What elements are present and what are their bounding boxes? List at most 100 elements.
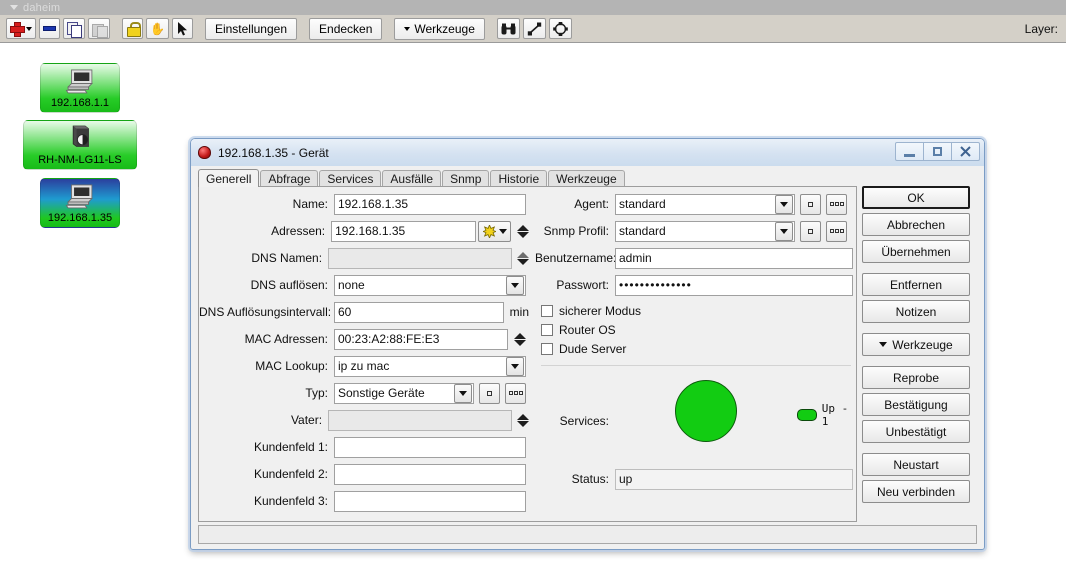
- addresses-picker-button[interactable]: [478, 221, 511, 242]
- chevron-down-icon[interactable]: [10, 5, 18, 10]
- snmp-profile-select[interactable]: standard: [615, 221, 795, 242]
- discover-button[interactable]: Endecken: [309, 18, 382, 40]
- remove-button[interactable]: [39, 18, 60, 39]
- dns-names-input[interactable]: [328, 248, 512, 269]
- server-icon: [63, 124, 97, 152]
- maximize-button[interactable]: [923, 142, 952, 161]
- dropdown-button[interactable]: [506, 357, 524, 376]
- checkbox-router-os[interactable]: Router OS: [541, 320, 857, 339]
- mac-addresses-input[interactable]: 00:23:A2:88:FE:E3: [334, 329, 508, 350]
- agent-value: standard: [619, 197, 666, 211]
- acknowledge-button[interactable]: Bestätigung: [862, 393, 970, 416]
- checkbox-secure-mode[interactable]: sicherer Modus: [541, 301, 857, 320]
- dropdown-button[interactable]: [506, 276, 524, 295]
- tools-button[interactable]: Werkzeuge: [862, 333, 970, 356]
- apply-button[interactable]: Übernehmen: [862, 240, 970, 263]
- password-input[interactable]: ••••••••••••••: [615, 275, 853, 296]
- dns-interval-value: 60: [338, 305, 351, 319]
- copy-icon: [67, 22, 81, 36]
- dropdown-button[interactable]: [775, 222, 793, 241]
- tab-abfrage[interactable]: Abfrage: [260, 170, 318, 187]
- type-select[interactable]: Sonstige Geräte: [334, 383, 474, 404]
- tab-label: Werkzeuge: [556, 172, 616, 186]
- copy-button[interactable]: [63, 18, 85, 39]
- settings-button[interactable]: Einstellungen: [205, 18, 297, 40]
- node-rh-nm-lg11-ls[interactable]: RH-NM-LG11-LS: [23, 120, 137, 170]
- tab-services[interactable]: Services: [319, 170, 381, 187]
- add-button[interactable]: [6, 18, 36, 39]
- custom3-input[interactable]: [334, 491, 526, 512]
- agent-list-button[interactable]: [826, 194, 847, 215]
- tab-label: Historie: [498, 172, 539, 186]
- dns-names-spinner[interactable]: [517, 248, 529, 268]
- button-label: Notizen: [896, 305, 937, 319]
- mac-lookup-select[interactable]: ip zu mac: [334, 356, 526, 377]
- dialog-button-column: OK Abbrechen Übernehmen Entfernen Notize…: [862, 186, 977, 507]
- name-input[interactable]: 192.168.1.35: [334, 194, 526, 215]
- addresses-input[interactable]: 192.168.1.35: [331, 221, 476, 242]
- notes-button[interactable]: Notizen: [862, 300, 970, 323]
- services-label: Services:: [535, 414, 615, 428]
- services-status-circle[interactable]: [675, 380, 737, 442]
- document-titlebar: daheim: [0, 0, 1066, 15]
- pan-button[interactable]: ✋: [146, 18, 169, 39]
- unacknowledge-button[interactable]: Unbestätigt: [862, 420, 970, 443]
- snmp-profile-edit-button[interactable]: [800, 221, 821, 242]
- type-list-button[interactable]: [505, 383, 526, 404]
- tools-label: Werkzeuge: [414, 22, 474, 36]
- tab-panel-generell: Name: 192.168.1.35 Adressen: 192.168.1.3…: [198, 186, 857, 522]
- username-input[interactable]: admin: [615, 248, 853, 269]
- node-192-168-1-35[interactable]: 192.168.1.35: [40, 178, 120, 228]
- node-192-168-1-1[interactable]: 192.168.1.1: [40, 63, 120, 113]
- dns-resolve-select[interactable]: none: [334, 275, 526, 296]
- checkbox-icon[interactable]: [541, 343, 553, 355]
- minimize-button[interactable]: [895, 142, 924, 161]
- find-button[interactable]: [497, 18, 520, 39]
- node-label: RH-NM-LG11-LS: [38, 154, 122, 167]
- cancel-button[interactable]: Abbrechen: [862, 213, 970, 236]
- reconnect-button[interactable]: Neu verbinden: [862, 480, 970, 503]
- binoculars-icon: [501, 23, 516, 35]
- custom1-input[interactable]: [334, 437, 526, 458]
- tab-label: Ausfälle: [390, 172, 433, 186]
- dialog-body: Generell Abfrage Services Ausfälle Snmp …: [195, 169, 980, 544]
- parent-input[interactable]: [328, 410, 512, 431]
- agent-edit-button[interactable]: [800, 194, 821, 215]
- link-button[interactable]: [523, 18, 546, 39]
- dns-interval-input[interactable]: 60: [334, 302, 504, 323]
- document-name: daheim: [23, 2, 60, 14]
- mac-addresses-spinner[interactable]: [513, 329, 526, 349]
- parent-spinner[interactable]: [517, 410, 529, 430]
- paste-button[interactable]: [88, 18, 110, 39]
- type-edit-button[interactable]: [479, 383, 500, 404]
- lock-button[interactable]: [122, 18, 143, 39]
- addresses-spinner[interactable]: [516, 221, 529, 241]
- custom2-input[interactable]: [334, 464, 526, 485]
- snmp-profile-list-button[interactable]: [826, 221, 847, 242]
- select-button[interactable]: [172, 18, 193, 39]
- dropdown-button[interactable]: [454, 384, 472, 403]
- agent-select[interactable]: standard: [615, 194, 795, 215]
- tab-ausfaelle[interactable]: Ausfälle: [382, 170, 441, 187]
- restart-button[interactable]: Neustart: [862, 453, 970, 476]
- remove-device-button[interactable]: Entfernen: [862, 273, 970, 296]
- tab-snmp[interactable]: Snmp: [442, 170, 489, 187]
- ok-button[interactable]: OK: [862, 186, 970, 209]
- reprobe-button[interactable]: Reprobe: [862, 366, 970, 389]
- checkbox-icon[interactable]: [541, 324, 553, 336]
- button-label: Unbestätigt: [886, 425, 947, 439]
- tab-werkzeuge[interactable]: Werkzeuge: [548, 170, 624, 187]
- spinner-up-icon: [517, 225, 529, 231]
- tab-generell[interactable]: Generell: [198, 169, 259, 187]
- close-button[interactable]: [951, 142, 980, 161]
- field-row-username: Benutzername: admin: [535, 247, 857, 269]
- circular-layout-button[interactable]: [549, 18, 572, 39]
- checkbox-icon[interactable]: [541, 305, 553, 317]
- close-icon: [960, 146, 971, 157]
- checkbox-dude-server[interactable]: Dude Server: [541, 339, 857, 358]
- tools-dropdown-button[interactable]: Werkzeuge: [394, 18, 484, 40]
- spinner-up-icon: [517, 414, 529, 420]
- dialog-titlebar[interactable]: 192.168.1.35 - Gerät: [191, 139, 984, 166]
- dropdown-button[interactable]: [775, 195, 793, 214]
- tab-historie[interactable]: Historie: [490, 170, 547, 187]
